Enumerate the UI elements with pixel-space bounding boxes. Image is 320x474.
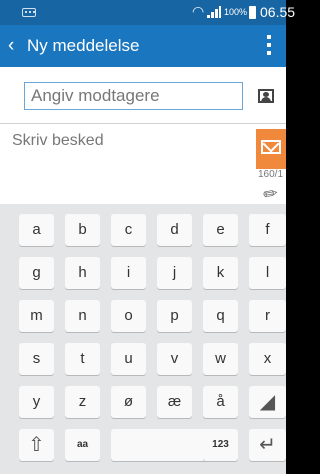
key-aa[interactable]: å (203, 386, 238, 418)
signal-icon (207, 6, 221, 18)
key-w[interactable]: w (203, 343, 238, 375)
key-e[interactable]: e (203, 214, 238, 246)
key-m[interactable]: m (19, 300, 54, 332)
key-h[interactable]: h (65, 257, 100, 289)
recipient-area (0, 67, 286, 123)
backspace-eraser-icon[interactable]: ◢ (249, 386, 286, 418)
key-n[interactable]: n (65, 300, 100, 332)
key-oe[interactable]: ø (111, 386, 146, 418)
key-f[interactable]: f (249, 214, 286, 246)
key-t[interactable]: t (65, 343, 100, 375)
key-ae[interactable]: æ (157, 386, 192, 418)
back-chevron-icon[interactable]: ‹ (8, 35, 14, 57)
wifi-icon: ◠ (192, 3, 205, 19)
key-k[interactable]: k (203, 257, 238, 289)
key-z[interactable]: z (65, 386, 100, 418)
send-envelope-icon (261, 140, 281, 154)
key-u[interactable]: u (111, 343, 146, 375)
key-o[interactable]: o (111, 300, 146, 332)
message-area: Skriv besked 160/1 ✐ (0, 124, 286, 206)
key-b[interactable]: b (65, 214, 100, 246)
key-c[interactable]: c (111, 214, 146, 246)
keyboard: a b c d e f g h i j k l m n o p q r s t … (0, 204, 286, 474)
key-j[interactable]: j (157, 257, 192, 289)
numbers-key[interactable]: 123 (203, 429, 238, 461)
key-r[interactable]: r (249, 300, 286, 332)
key-g[interactable]: g (19, 257, 54, 289)
clock: 06.55 (260, 4, 296, 20)
contact-picker-icon[interactable] (258, 89, 274, 103)
key-x[interactable]: x (249, 343, 286, 375)
status-bar: ◠ 100% 06.55 (0, 0, 295, 25)
case-key[interactable]: aa (65, 429, 100, 461)
char-counter: 160/1 (258, 169, 284, 180)
key-q[interactable]: q (203, 300, 238, 332)
key-l[interactable]: l (249, 257, 286, 289)
send-button[interactable] (256, 129, 286, 169)
more-vertical-icon[interactable] (266, 35, 272, 55)
key-y[interactable]: y (19, 386, 54, 418)
page-title: Ny meddelelse (27, 36, 140, 55)
battery-icon (249, 6, 256, 19)
key-d[interactable]: d (157, 214, 192, 246)
shift-icon[interactable]: ⇧ (19, 429, 54, 461)
app-bar: ‹ Ny meddelelse (0, 25, 286, 67)
recipient-input[interactable] (24, 82, 243, 110)
key-p[interactable]: p (157, 300, 192, 332)
key-s[interactable]: s (19, 343, 54, 375)
enter-icon[interactable]: ↵ (249, 429, 286, 461)
key-v[interactable]: v (157, 343, 192, 375)
key-a[interactable]: a (19, 214, 54, 246)
key-i[interactable]: i (111, 257, 146, 289)
battery-percent: 100% (224, 7, 248, 17)
keyboard-icon (22, 8, 36, 17)
message-input[interactable]: Skriv besked (12, 132, 242, 192)
